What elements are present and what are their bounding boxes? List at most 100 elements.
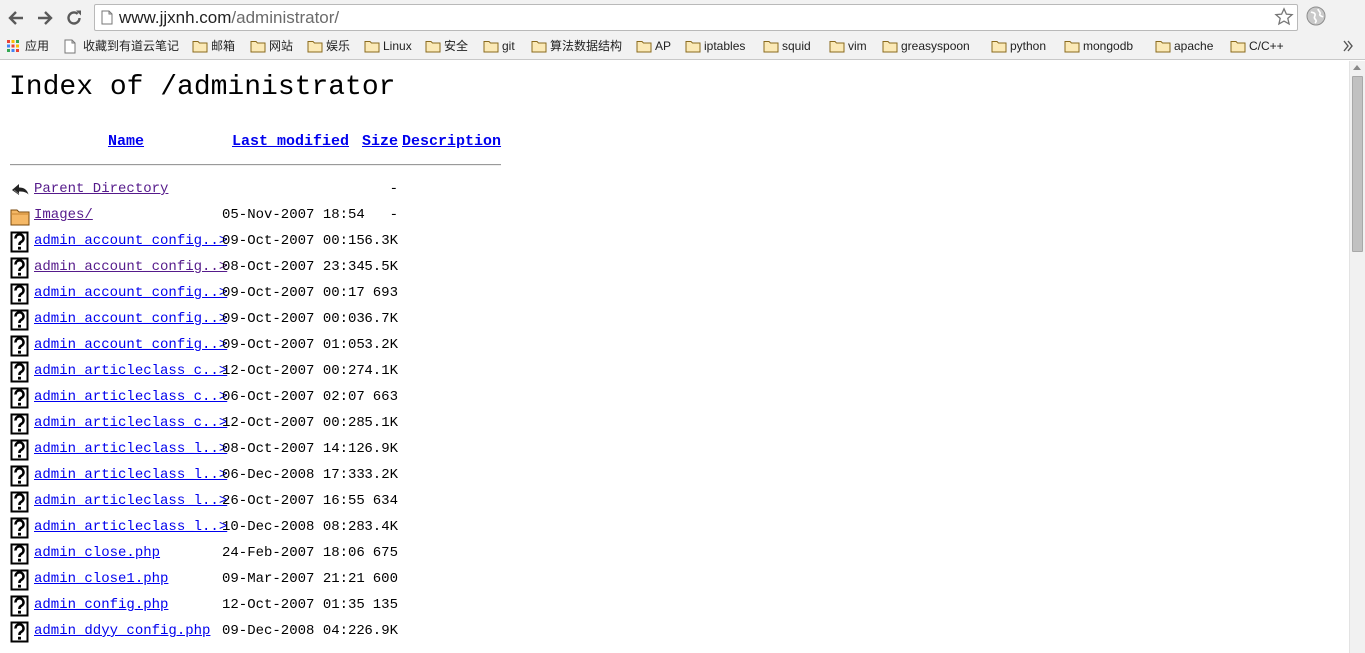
sort-by-name-link[interactable]: Name — [108, 133, 144, 150]
file-link[interactable]: admin_articleclass_c..> — [34, 413, 227, 433]
folder-icon — [829, 41, 845, 53]
file-size: 135 — [372, 597, 398, 613]
file-size: 5.1K — [364, 415, 398, 431]
file-link[interactable]: admin_account_config..> — [34, 283, 227, 303]
bookmark-label: 应用 — [25, 39, 50, 53]
table-row: admin_config.php 12-Oct-2007 01:35 135 — [0, 593, 520, 619]
reload-button[interactable] — [62, 6, 86, 30]
folder-icon — [531, 41, 547, 53]
unknown-file-icon — [10, 621, 30, 650]
modified-date: 09-Oct-2007 00:15 — [222, 233, 365, 249]
sort-by-description-link[interactable]: Description — [402, 133, 501, 150]
folder-icon — [882, 41, 898, 53]
file-size: 4.1K — [364, 363, 398, 379]
table-row: admin_account_config..> 09-Oct-2007 00:03… — [0, 307, 520, 333]
bookmark-label: 邮箱 — [211, 39, 236, 53]
scrollbar-thumb[interactable] — [1352, 76, 1363, 252]
modified-date: 09-Mar-2007 21:21 — [222, 571, 365, 587]
file-link[interactable]: admin_close1.php — [34, 569, 168, 589]
file-size: 5.5K — [364, 259, 398, 275]
modified-date: 09-Oct-2007 00:17 — [222, 285, 365, 301]
table-row: admin_close.php 24-Feb-2007 18:06 675 — [0, 541, 520, 567]
sort-by-size-link[interactable]: Size — [362, 133, 398, 150]
table-row: admin_ddyy_config.php 09-Dec-2008 04:22 6.… — [0, 619, 520, 645]
modified-date: 08-Oct-2007 14:12 — [222, 441, 365, 457]
folder-icon — [307, 41, 323, 53]
address-bar[interactable]: www.jjxnh.com/administrator/ — [94, 4, 1298, 31]
file-link[interactable]: admin_close.php — [34, 543, 160, 563]
file-link[interactable]: admin_articleclass_c..> — [34, 387, 227, 407]
folder-icon — [1155, 41, 1171, 53]
folder-icon — [425, 41, 441, 53]
table-row: admin_articleclass_c..> 12-Oct-2007 00:27… — [0, 359, 520, 385]
file-link[interactable]: admin_articleclass_l..> — [34, 491, 227, 511]
file-size: 6.9K — [364, 623, 398, 639]
bookmark-label: iptables — [704, 39, 746, 53]
arrow-right-icon — [38, 11, 53, 25]
file-size: 634 — [372, 493, 398, 509]
bookmark-label: 网站 — [269, 39, 294, 53]
bookmark-star-icon[interactable] — [1274, 7, 1294, 27]
modified-date: 24-Feb-2007 18:06 — [222, 545, 365, 561]
file-size: 3.4K — [364, 519, 398, 535]
header-divider — [10, 164, 501, 166]
bookmark-label: 算法数据结构 — [550, 39, 623, 53]
file-link[interactable]: admin_articleclass_l..> — [34, 439, 227, 459]
file-link[interactable]: admin_account_config..> — [34, 257, 227, 277]
folder-icon — [636, 41, 652, 53]
vertical-scrollbar[interactable] — [1349, 61, 1365, 653]
file-link[interactable]: admin_ddyy_config.php — [34, 621, 210, 641]
file-size: 6.7K — [364, 311, 398, 327]
file-size: 6.3K — [364, 233, 398, 249]
table-row: admin_account_config..> 09-Oct-2007 00:17… — [0, 281, 520, 307]
table-row: admin_account_config..> 08-Oct-2007 23:34… — [0, 255, 520, 281]
back-button[interactable] — [4, 6, 28, 30]
modified-date: 09-Oct-2007 00:03 — [222, 311, 365, 327]
sort-by-modified-link[interactable]: Last modified — [232, 133, 349, 150]
bookmark-label: C/C++ — [1249, 39, 1284, 53]
modified-date: 06-Oct-2007 02:07 — [222, 389, 365, 405]
scroll-up-arrow-icon[interactable] — [1353, 65, 1361, 70]
page-content: Index of /administrator Name Last modifi… — [0, 61, 1349, 653]
folder-icon — [991, 41, 1007, 53]
table-row: Parent Directory - — [0, 177, 520, 203]
file-link[interactable]: Parent Directory — [34, 179, 168, 199]
modified-date: 09-Dec-2008 04:22 — [222, 623, 365, 639]
file-link[interactable]: admin_config.php — [34, 595, 168, 615]
file-link[interactable]: Images/ — [34, 205, 93, 225]
modified-date: 12-Oct-2007 00:27 — [222, 363, 365, 379]
file-size: 693 — [372, 285, 398, 301]
file-link[interactable]: admin_articleclass_c..> — [34, 361, 227, 381]
bookmark-label: 安全 — [444, 39, 469, 53]
table-row: Images/05-Nov-2007 18:54 - — [0, 203, 520, 229]
apps-grid-icon — [7, 40, 19, 52]
bookmark-label: vim — [848, 39, 867, 53]
browser-toolbar: www.jjxnh.com/administrator/ — [0, 0, 1365, 35]
table-row: admin_account_config..> 09-Oct-2007 00:15… — [0, 229, 520, 255]
forward-button[interactable] — [33, 6, 57, 30]
table-row: admin_articleclass_c..> 12-Oct-2007 00:28… — [0, 411, 520, 437]
modified-date: 08-Oct-2007 23:34 — [222, 259, 365, 275]
table-row: admin_articleclass_l..> 08-Oct-2007 14:12… — [0, 437, 520, 463]
bookmarks-overflow-chevron-icon[interactable] — [1342, 39, 1354, 56]
file-link[interactable]: admin_articleclass_l..> — [34, 465, 227, 485]
folder-icon — [1064, 41, 1080, 53]
modified-date: 05-Nov-2007 18:54 — [222, 207, 365, 223]
file-link[interactable]: admin_account_config..> — [34, 335, 227, 355]
globe-icon — [1306, 6, 1326, 26]
modified-date: 26-Oct-2007 16:55 — [222, 493, 365, 509]
table-row: admin_articleclass_c..> 06-Oct-2007 02:07… — [0, 385, 520, 411]
url-text: www.jjxnh.com/administrator/ — [119, 8, 340, 27]
file-size: 3.2K — [364, 337, 398, 353]
file-size: 600 — [372, 571, 398, 587]
folder-icon — [685, 41, 701, 53]
bookmark-label: apache — [1174, 39, 1214, 53]
browser-menu-button[interactable] — [1306, 6, 1326, 31]
modified-date: 12-Oct-2007 01:35 — [222, 597, 365, 613]
file-link[interactable]: admin_articleclass_l..> — [34, 517, 227, 537]
bookmark-label: python — [1010, 39, 1047, 53]
page-icon — [101, 10, 113, 25]
file-link[interactable]: admin_account_config..> — [34, 231, 227, 251]
folder-icon — [250, 41, 266, 53]
file-link[interactable]: admin_account_config..> — [34, 309, 227, 329]
